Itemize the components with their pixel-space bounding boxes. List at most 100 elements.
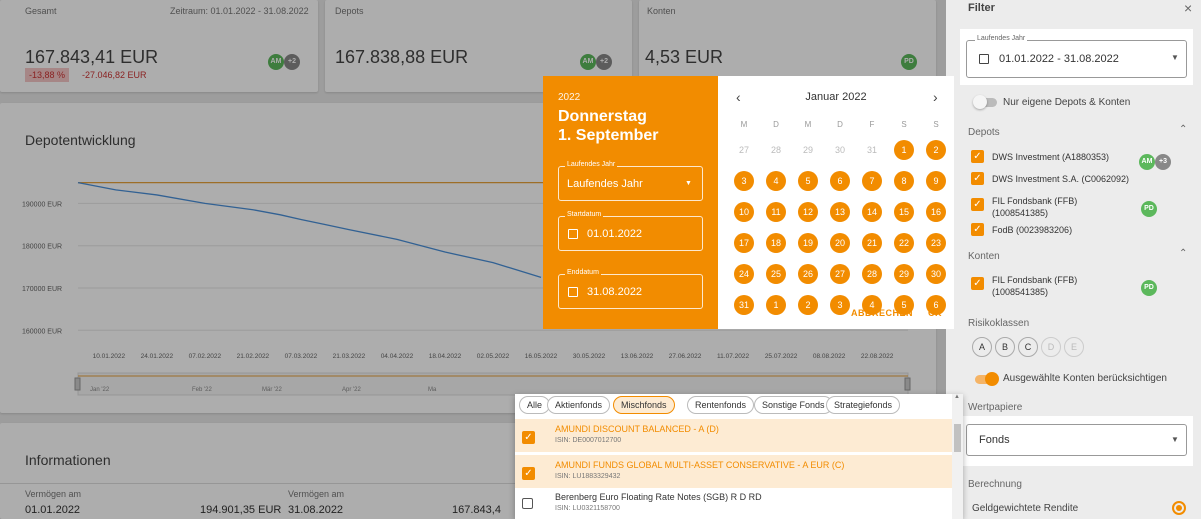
- end-date-field[interactable]: Enddatum 31.08.2022: [558, 269, 703, 309]
- check-icon[interactable]: ✓: [971, 198, 984, 211]
- period-select[interactable]: Laufendes Jahr 01.01.2022 - 31.08.2022 ▼: [966, 35, 1187, 78]
- range-label: Laufendes Jahr: [565, 161, 618, 168]
- scrollbar[interactable]: ▲: [952, 394, 963, 519]
- avatar-group[interactable]: AM +3: [1139, 150, 1171, 170]
- day-cell[interactable]: 6: [830, 171, 850, 191]
- day-cell[interactable]: 11: [766, 202, 786, 222]
- day-cell[interactable]: 2: [798, 295, 818, 315]
- weekday-label: M: [740, 120, 748, 129]
- start-value: 01.01.2022: [587, 228, 643, 240]
- start-date-field[interactable]: Startdatum 01.01.2022: [558, 211, 703, 251]
- own-toggle-label: Nur eigene Depots & Konten: [1003, 97, 1131, 108]
- depot-row-4[interactable]: ✓ FodB (0023983206): [971, 223, 1072, 236]
- fonds-row[interactable]: ✓ AMUNDI FUNDS GLOBAL MULTI-ASSET CONSER…: [515, 455, 952, 488]
- day-cell[interactable]: 12: [798, 202, 818, 222]
- close-icon[interactable]: ×: [1184, 0, 1192, 14]
- end-label: Enddatum: [565, 269, 601, 276]
- day-cell[interactable]: 20: [830, 233, 850, 253]
- fonds-row[interactable]: Berenberg Euro Floating Rate Notes (SGB)…: [515, 490, 952, 519]
- avatar-group[interactable]: PD: [1141, 276, 1157, 296]
- day-cell[interactable]: 30: [830, 140, 850, 160]
- wp-select-value: Fonds: [979, 434, 1010, 446]
- wp-section-label: Wertpapiere: [968, 402, 1023, 413]
- fonds-row[interactable]: ✓ AMUNDI DISCOUNT BALANCED - A (D) ISIN:…: [515, 419, 952, 452]
- day-cell[interactable]: 29: [798, 140, 818, 160]
- check-icon[interactable]: ✓: [522, 467, 535, 480]
- chip-strategiefonds[interactable]: Strategiefonds: [826, 396, 901, 414]
- day-cell[interactable]: 18: [766, 233, 786, 253]
- day-cell[interactable]: 8: [894, 171, 914, 191]
- day-cell[interactable]: 19: [798, 233, 818, 253]
- day-cell[interactable]: 10: [734, 202, 754, 222]
- weekday-label: F: [869, 120, 875, 129]
- range-select[interactable]: Laufendes Jahr Laufendes Jahr ▼: [558, 161, 703, 201]
- next-month-icon[interactable]: ›: [933, 89, 938, 105]
- day-cell[interactable]: 30: [926, 264, 946, 284]
- day-cell[interactable]: 7: [862, 171, 882, 191]
- day-cell[interactable]: 29: [894, 264, 914, 284]
- day-cell[interactable]: 25: [766, 264, 786, 284]
- check-icon[interactable]: ✓: [971, 150, 984, 163]
- chevron-up-icon[interactable]: ⌃: [1179, 248, 1187, 259]
- day-cell[interactable]: 14: [862, 202, 882, 222]
- filter-sidebar: Filter × Laufendes Jahr 01.01.2022 - 31.…: [946, 0, 1201, 519]
- chip-alle[interactable]: Alle: [519, 396, 551, 414]
- chip-sonstige-fonds[interactable]: Sonstige Fonds: [754, 396, 833, 414]
- day-cell[interactable]: 5: [798, 171, 818, 191]
- day-cell[interactable]: 31: [734, 295, 754, 315]
- depot-row-2[interactable]: ✓ DWS Investment S.A. (C0062092): [971, 172, 1129, 185]
- day-cell[interactable]: 23: [926, 233, 946, 253]
- chip-mischfonds[interactable]: Mischfonds: [613, 396, 675, 414]
- day-cell[interactable]: 2: [926, 140, 946, 160]
- check-icon[interactable]: ✓: [971, 277, 984, 290]
- selected-accounts-toggle[interactable]: [975, 372, 999, 386]
- chevron-down-icon: ▼: [1171, 435, 1179, 444]
- day-cell[interactable]: 22: [894, 233, 914, 253]
- chip-aktienfonds[interactable]: Aktienfonds: [547, 396, 611, 414]
- day-cell[interactable]: 1: [766, 295, 786, 315]
- day-cell[interactable]: 28: [766, 140, 786, 160]
- period-select-label: Laufendes Jahr: [975, 35, 1028, 42]
- risk-chip-a[interactable]: A: [972, 337, 992, 357]
- chip-rentenfonds[interactable]: Rentenfonds: [687, 396, 755, 414]
- fonds-name: AMUNDI FUNDS GLOBAL MULTI-ASSET CONSERVA…: [555, 460, 845, 470]
- day-cell[interactable]: 9: [926, 171, 946, 191]
- day-cell[interactable]: 31: [862, 140, 882, 160]
- check-icon[interactable]: ✓: [522, 431, 535, 444]
- day-cell[interactable]: 4: [766, 171, 786, 191]
- day-cell[interactable]: 13: [830, 202, 850, 222]
- chevron-up-icon[interactable]: ⌃: [1179, 124, 1187, 135]
- depot-row-3[interactable]: ✓ FIL Fondsbank (FFB) (1008541385): [971, 195, 1131, 219]
- risk-chip-b[interactable]: B: [995, 337, 1015, 357]
- check-icon[interactable]: ✓: [971, 223, 984, 236]
- konto-row-1[interactable]: ✓ FIL Fondsbank (FFB) (1008541385): [971, 274, 1131, 298]
- checkbox-empty[interactable]: [522, 498, 533, 509]
- day-cell[interactable]: 27: [830, 264, 850, 284]
- selected-accounts-label: Ausgewählte Konten berücksichtigen: [1003, 373, 1167, 384]
- ok-button[interactable]: OK: [928, 308, 942, 318]
- day-cell[interactable]: 16: [926, 202, 946, 222]
- day-cell[interactable]: 15: [894, 202, 914, 222]
- wp-select[interactable]: Fonds ▼: [966, 424, 1187, 456]
- day-cell[interactable]: 27: [734, 140, 754, 160]
- day-cell[interactable]: 3: [830, 295, 850, 315]
- depot-row-1[interactable]: ✓ DWS Investment (A1880353): [971, 150, 1109, 163]
- avatar-group[interactable]: PD: [1141, 197, 1157, 217]
- cancel-button[interactable]: ABBRECHEN: [851, 308, 913, 318]
- month-label: Januar 2022: [805, 91, 867, 103]
- day-cell[interactable]: 1: [894, 140, 914, 160]
- day-cell[interactable]: 17: [734, 233, 754, 253]
- day-cell[interactable]: 21: [862, 233, 882, 253]
- risk-chip-c[interactable]: C: [1018, 337, 1038, 357]
- day-cell[interactable]: 28: [862, 264, 882, 284]
- own-toggle[interactable]: [973, 95, 997, 109]
- check-icon[interactable]: ✓: [971, 172, 984, 185]
- day-cell[interactable]: 24: [734, 264, 754, 284]
- day-cell[interactable]: 26: [798, 264, 818, 284]
- filter-title: Filter: [968, 2, 995, 12]
- risk-chip-e[interactable]: E: [1064, 337, 1084, 357]
- day-cell[interactable]: 3: [734, 171, 754, 191]
- risk-chip-d[interactable]: D: [1041, 337, 1061, 357]
- radio-selected[interactable]: [1172, 501, 1186, 515]
- dp-date: 1. September: [558, 127, 659, 144]
